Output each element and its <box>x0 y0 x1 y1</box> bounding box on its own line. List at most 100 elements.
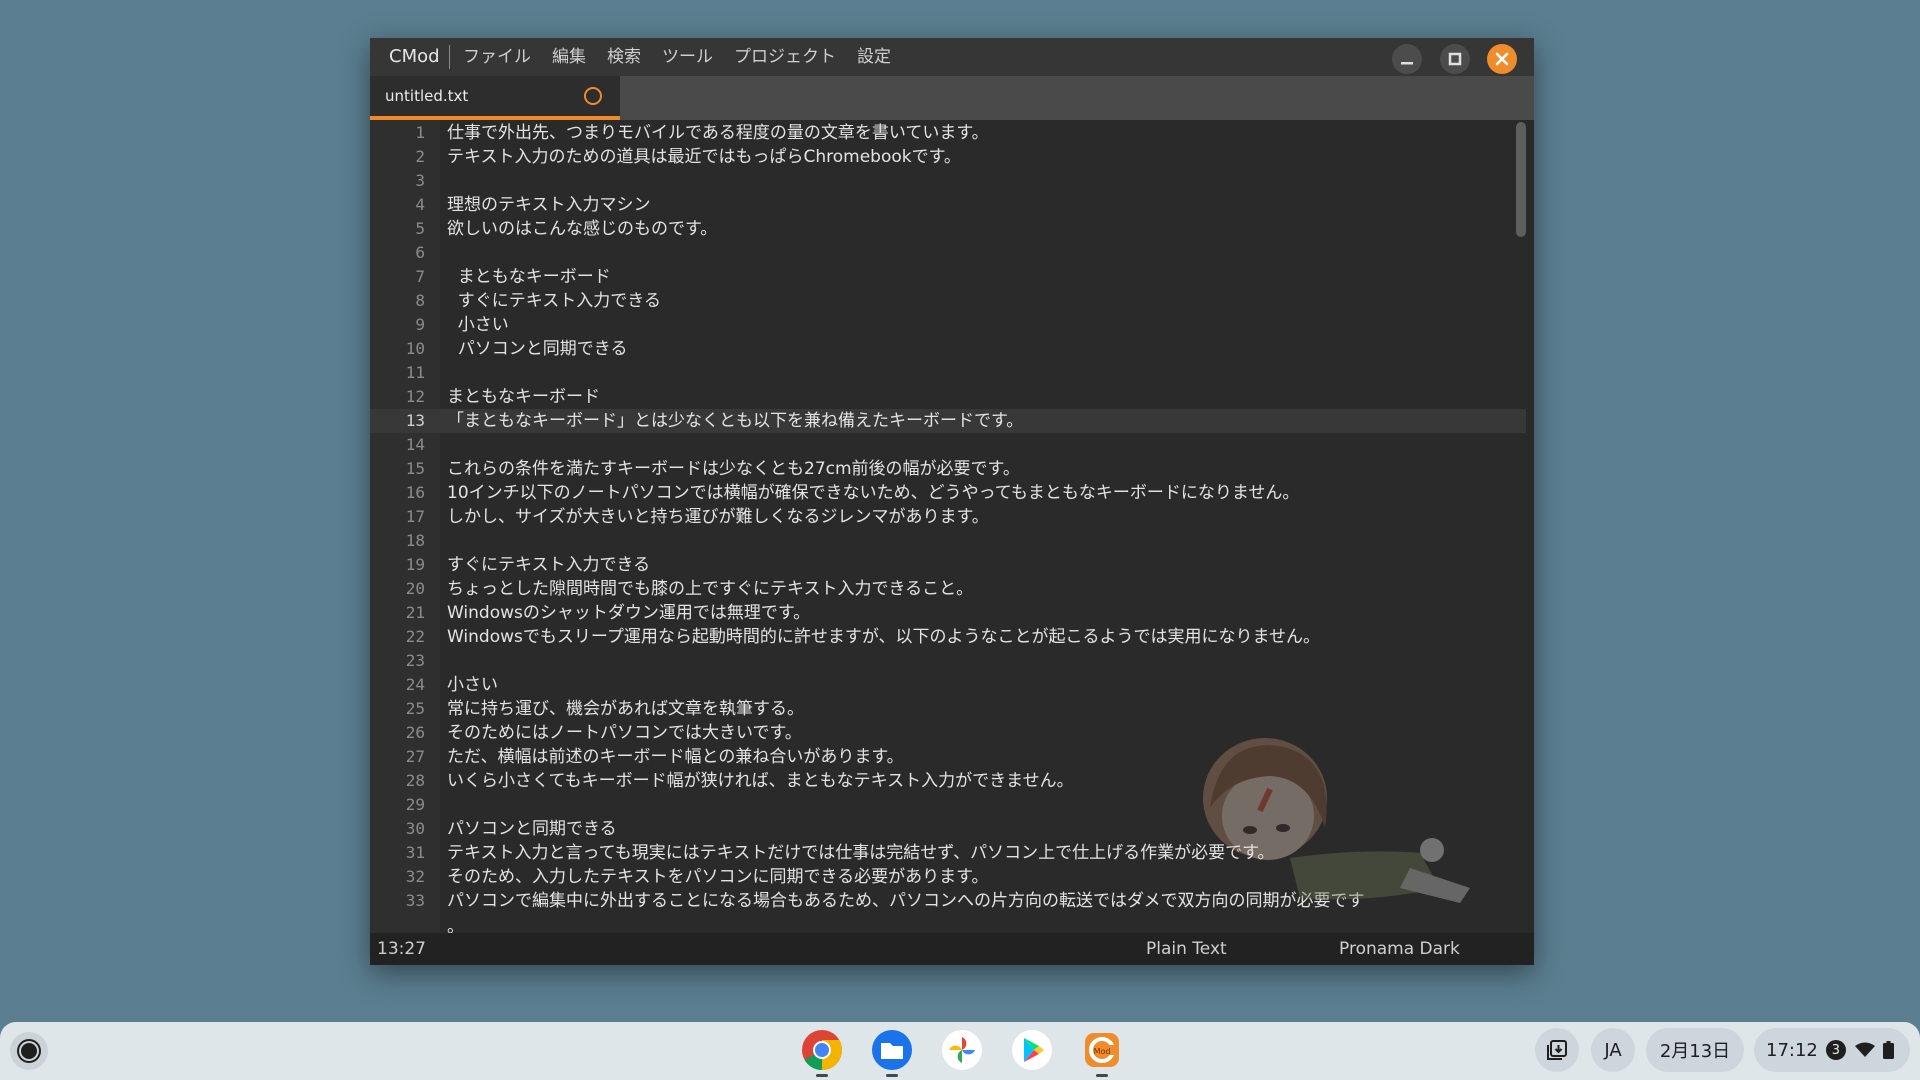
editor-line[interactable]: 17 しかし、サイズが大きいと持ち運びが難しくなるジレンマがあります。 <box>370 505 1526 529</box>
vertical-scrollbar[interactable] <box>1516 122 1526 927</box>
menu-tools[interactable]: ツール <box>662 38 713 76</box>
line-number: 6 <box>415 243 425 262</box>
syntax-mode[interactable]: Plain Text <box>1146 933 1227 965</box>
editor-line[interactable]: 18 <box>370 529 1526 553</box>
line-number: 14 <box>405 435 425 454</box>
app-name: CMod <box>389 46 440 67</box>
holding-space-button[interactable] <box>1535 1028 1579 1072</box>
editor-line[interactable]: 4 理想のテキスト入力マシン <box>370 193 1526 217</box>
editor-line[interactable]: 9 小さい <box>370 313 1526 337</box>
editor-line[interactable]: 20 ちょっとした隙間時間でも膝の上ですぐにテキスト入力できること。 <box>370 577 1526 601</box>
line-number: 19 <box>405 555 425 574</box>
line-text: テキスト入力と言っても現実にはテキストだけでは仕事は完結せず、パソコン上で仕上げ… <box>447 843 1275 863</box>
line-text: 小さい <box>447 675 498 695</box>
editor-line[interactable]: 1 仕事で外出先、つまりモバイルである程度の量の文章を書いています。 <box>370 121 1526 145</box>
editor-line[interactable]: 5 欲しいのはこんな感じのものです。 <box>370 217 1526 241</box>
editor-line[interactable]: 15 これらの条件を満たすキーボードは少なくとも27cm前後の幅が必要です。 <box>370 457 1526 481</box>
line-number: 2 <box>415 147 425 166</box>
menu-project[interactable]: プロジェクト <box>734 38 836 76</box>
maximize-button[interactable] <box>1440 44 1470 74</box>
circle-icon[interactable] <box>584 87 602 105</box>
editor-line[interactable]: 25 常に持ち運び、機会があれば文章を執筆する。 <box>370 697 1526 721</box>
line-text: すぐにテキスト入力できる <box>447 291 661 311</box>
cursor-position: 13:27 <box>377 939 426 959</box>
scrollbar-thumb[interactable] <box>1516 122 1526 237</box>
editor-line[interactable]: 11 <box>370 361 1526 385</box>
line-text: 「まともなキーボード」とは少なくとも以下を兼ね備えたキーボードです。 <box>447 411 1024 431</box>
line-number: 27 <box>405 747 425 766</box>
cmod-app[interactable]: Mod <box>1080 1028 1124 1077</box>
shelf: Mod JA 2月13日 17:12 3 <box>0 1022 1920 1080</box>
minimize-button[interactable] <box>1392 44 1422 74</box>
line-number: 10 <box>405 339 425 358</box>
editor-line[interactable]: 7 まともなキーボード <box>370 265 1526 289</box>
text-editor[interactable]: 1 仕事で外出先、つまりモバイルである程度の量の文章を書いています。 2 テキスト入力… <box>370 120 1534 933</box>
line-text: これらの条件を満たすキーボードは少なくとも27cm前後の幅が必要です。 <box>447 459 1020 479</box>
maximize-icon <box>1448 52 1462 66</box>
tab-untitled[interactable]: untitled.txt <box>370 76 620 120</box>
launcher-button[interactable] <box>10 1032 48 1070</box>
chrome-app[interactable] <box>800 1028 844 1077</box>
tab-bar: untitled.txt <box>370 76 1534 120</box>
close-button[interactable] <box>1487 44 1517 74</box>
editor-line[interactable]: 21 Windowsのシャットダウン運用では無理です。 <box>370 601 1526 625</box>
chrome-icon <box>802 1030 842 1070</box>
play-store-app[interactable] <box>1010 1028 1054 1072</box>
menu-settings[interactable]: 設定 <box>857 38 891 76</box>
line-text: Windowsでもスリープ運用なら起動時間的に許せますが、以下のようなことが起こ… <box>447 627 1321 647</box>
cmod-icon: Mod <box>1085 1033 1119 1067</box>
date-label: 2月13日 <box>1659 1041 1731 1062</box>
editor-line[interactable]: 12 まともなキーボード <box>370 385 1526 409</box>
title-bar[interactable]: CMod ファイル 編集 検索 ツール プロジェクト 設定 <box>370 38 1534 76</box>
ime-indicator[interactable]: JA <box>1591 1028 1635 1072</box>
line-number: 22 <box>405 627 425 646</box>
line-number: 23 <box>405 651 425 670</box>
line-number: 31 <box>405 843 425 862</box>
line-number: 11 <box>405 363 425 382</box>
editor-line[interactable]: 6 <box>370 241 1526 265</box>
color-theme[interactable]: Pronama Dark <box>1339 933 1460 965</box>
line-text: いくら小さくてもキーボード幅が狭ければ、まともなテキスト入力ができません。 <box>447 771 1074 791</box>
running-indicator <box>886 1074 898 1077</box>
line-text: 理想のテキスト入力マシン <box>447 195 651 215</box>
editor-line[interactable]: 8 すぐにテキスト入力できる <box>370 289 1526 313</box>
line-text: すぐにテキスト入力できる <box>447 555 651 575</box>
editor-line[interactable]: 16 10インチ以下のノートパソコンでは横幅が確保できないため、どうやってもまとも… <box>370 481 1526 505</box>
date-tray[interactable]: 2月13日 <box>1646 1028 1744 1072</box>
editor-line[interactable]: 24 小さい <box>370 673 1526 697</box>
line-text: テキスト入力のための道具は最近ではもっぱらChromebookです。 <box>447 147 961 167</box>
editor-line[interactable]: 14 <box>370 433 1526 457</box>
editor-line[interactable]: 2 テキスト入力のための道具は最近ではもっぱらChromebookです。 <box>370 145 1526 169</box>
line-number: 3 <box>415 171 425 190</box>
menu-file[interactable]: ファイル <box>463 38 531 76</box>
status-area[interactable]: 17:12 3 <box>1754 1028 1910 1072</box>
editor-line[interactable]: 19 すぐにテキスト入力できる <box>370 553 1526 577</box>
editor-line[interactable]: 23 <box>370 649 1526 673</box>
battery-icon <box>1882 1041 1894 1059</box>
line-text: 仕事で外出先、つまりモバイルである程度の量の文章を書いています。 <box>447 123 989 143</box>
editor-line[interactable]: 10 パソコンと同期できる <box>370 337 1526 361</box>
play-store-icon <box>1012 1030 1052 1070</box>
menu-search[interactable]: 検索 <box>607 38 641 76</box>
line-text: しかし、サイズが大きいと持ち運びが難しくなるジレンマがあります。 <box>447 507 989 527</box>
tab-title: untitled.txt <box>385 87 469 105</box>
line-number: 32 <box>405 867 425 886</box>
editor-line[interactable]: 13 「まともなキーボード」とは少なくとも以下を兼ね備えたキーボードです。 <box>370 409 1526 433</box>
menu-edit[interactable]: 編集 <box>552 38 586 76</box>
photos-icon <box>942 1030 982 1070</box>
editor-line[interactable]: 3 <box>370 169 1526 193</box>
line-text: 欲しいのはこんな感じのものです。 <box>447 219 718 239</box>
line-text: 小さい <box>447 315 509 335</box>
photos-app[interactable] <box>940 1028 984 1072</box>
line-number: 26 <box>405 723 425 742</box>
line-number: 29 <box>405 795 425 814</box>
line-number: 21 <box>405 603 425 622</box>
line-number: 30 <box>405 819 425 838</box>
files-app[interactable] <box>870 1028 914 1077</box>
line-number: 16 <box>405 483 425 502</box>
line-text: そのためにはノートパソコンでは大きいです。 <box>447 723 802 743</box>
line-number: 8 <box>415 291 425 310</box>
line-number: 4 <box>415 195 425 214</box>
minimize-icon <box>1401 62 1413 65</box>
editor-line[interactable]: 22 Windowsでもスリープ運用なら起動時間的に許せますが、以下のようなことが… <box>370 625 1526 649</box>
